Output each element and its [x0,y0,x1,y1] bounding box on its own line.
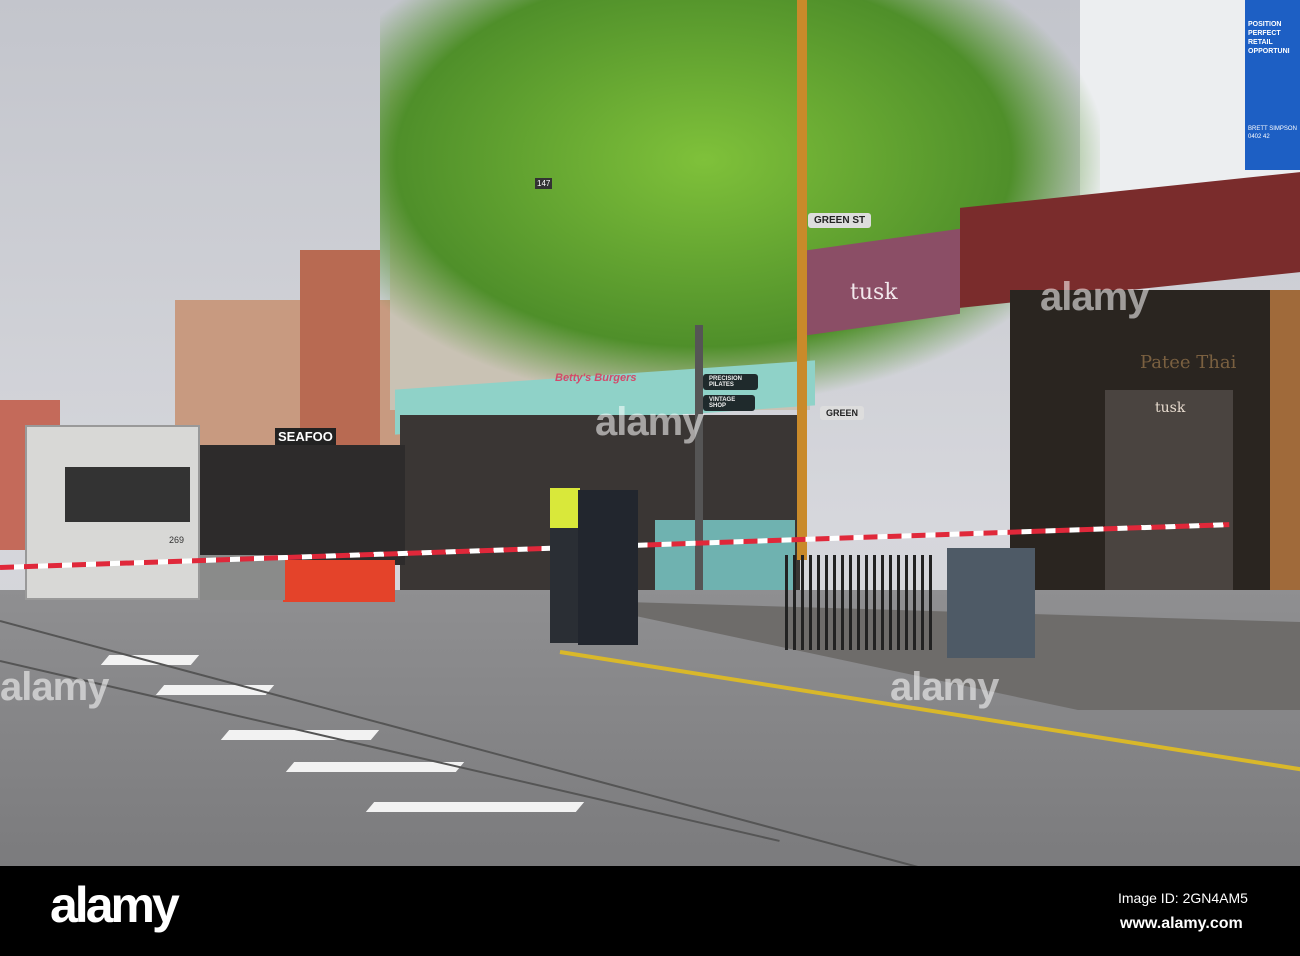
orange-barrier [283,560,395,602]
rubbish-bin [947,548,1035,658]
window-tusk-text: tusk [1155,400,1186,416]
watermark-top-right: alamy [1040,275,1149,319]
watermark-right: alamy [890,665,999,709]
seafood-sign: SEAFOO [275,428,336,445]
watermark-center: alamy [595,400,704,444]
street-photo: POSITION PERFECT RETAIL OPPORTUNI BRETT … [0,0,1300,866]
left-shopfronts [195,445,405,565]
billboard-contact: BRETT SIMPSON 0402 42 [1248,126,1297,141]
tram: 269 [25,425,200,600]
building-number: 147 [535,178,553,189]
utility-pole [797,0,807,560]
worker-hi-vis [550,488,580,643]
wood-panel [1270,290,1300,610]
teal-wall [655,520,795,590]
sign-pole [695,325,703,615]
man-dark-shirt [578,490,638,645]
lane-marking [285,762,465,772]
watermark-left: alamy [0,665,109,709]
footer-bar: alamy Image ID: 2GN4AM5 www.alamy.com [0,866,1300,956]
burger-shop-sign: Betty's Burgers [555,372,637,384]
lane-marking [365,802,585,812]
tree [380,0,1100,400]
shop-window [1105,390,1233,605]
green-sign-2: GREEN [820,406,865,420]
alamy-url: www.alamy.com [1120,915,1243,932]
image-id: Image ID: 2GN4AM5 [1118,890,1248,906]
pilates-sign: PRECISION PILATES [703,374,758,390]
tusk-sign: tusk [850,280,898,305]
red-building [300,250,380,450]
alamy-logo: alamy [50,877,180,933]
tram-number: 269 [169,535,185,545]
thai-sign: Patee Thai [1140,352,1237,373]
iron-fence [785,555,935,650]
billboard: POSITION PERFECT RETAIL OPPORTUNI BRETT … [1245,0,1300,170]
tram-windscreen [65,467,190,522]
vintage-shop-sign: VINTAGE SHOP [703,395,755,411]
green-st-sign: GREEN ST [808,213,872,228]
billboard-title: POSITION PERFECT RETAIL OPPORTUNI [1248,21,1290,56]
